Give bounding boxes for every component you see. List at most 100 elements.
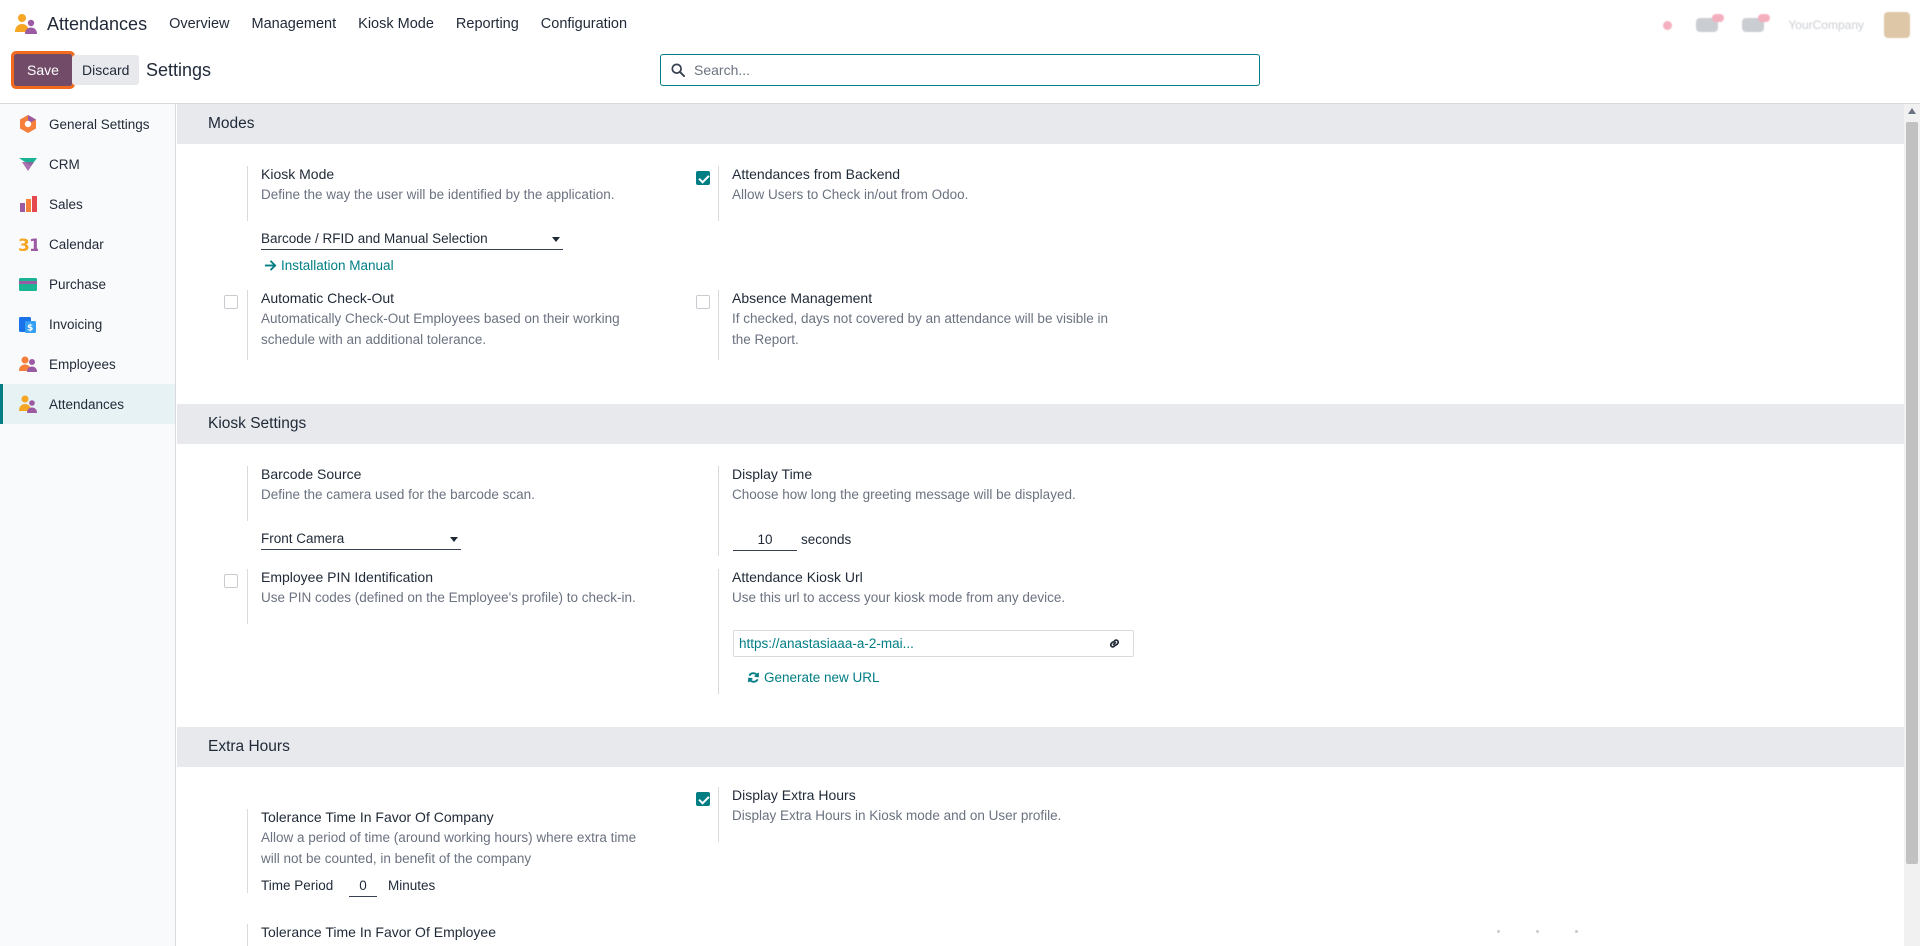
sidebar-item-purchase[interactable]: Purchase — [0, 264, 175, 304]
setting-title: Automatic Check-Out — [261, 290, 395, 306]
setting-tolerance-employee: Tolerance Time In Favor Of Employee — [247, 924, 687, 946]
setting-divider — [247, 166, 248, 221]
description-line: Allow a period of time (around working h… — [261, 830, 637, 845]
scroll-up-arrow-icon[interactable] — [1908, 108, 1916, 114]
setting-title: Attendance Kiosk Url — [732, 569, 863, 585]
link-icon[interactable] — [1108, 637, 1121, 650]
installation-manual-link[interactable]: Installation Manual — [264, 258, 394, 273]
sidebar-item-label: Attendances — [49, 396, 125, 412]
chevron-down-icon — [450, 537, 458, 542]
sidebar-item-label: Invoicing — [49, 316, 103, 332]
kiosk-mode-selected-value: Barcode / RFID and Manual Selection — [261, 231, 488, 246]
kiosk-url-field[interactable]: https://anastasiaaa-a-2-mai... — [733, 630, 1134, 657]
systray: YourCompany — [1663, 12, 1910, 38]
menu-kiosk-mode[interactable]: Kiosk Mode — [358, 16, 434, 32]
generate-url-button[interactable]: Generate new URL — [747, 670, 880, 685]
chevron-down-icon — [552, 237, 560, 242]
setting-description: Use this url to access your kiosk mode f… — [732, 590, 1066, 605]
setting-divider — [718, 290, 719, 360]
setting-attendances-backend: Attendances from Backend Allow Users to … — [718, 166, 1138, 221]
search-input[interactable] — [694, 62, 1234, 78]
arrow-right-icon — [264, 260, 277, 271]
time-period-input[interactable] — [349, 875, 377, 897]
setting-description: If checked, days not covered by an atten… — [732, 308, 1158, 350]
setting-divider — [718, 466, 719, 556]
installation-manual-label: Installation Manual — [281, 258, 394, 273]
barcode-source-select[interactable]: Front Camera — [261, 528, 461, 550]
absence-checkbox[interactable] — [696, 295, 710, 309]
scrollbar-thumb[interactable] — [1906, 122, 1918, 864]
setting-divider — [718, 166, 719, 221]
dot — [1536, 930, 1539, 933]
display-time-input[interactable] — [733, 529, 797, 551]
kiosk-url-value[interactable]: https://anastasiaaa-a-2-mai... — [739, 636, 914, 651]
setting-divider — [247, 809, 248, 893]
sidebar-item-calendar[interactable]: 3 1 Calendar — [0, 224, 175, 264]
pin-checkbox[interactable] — [224, 574, 238, 588]
description-line: will not be counted, in benefit of the c… — [261, 851, 532, 866]
user-avatar[interactable] — [1884, 12, 1910, 38]
activities-icon[interactable] — [1742, 14, 1771, 32]
app-brand[interactable]: Attendances — [14, 12, 147, 36]
generate-url-label: Generate new URL — [764, 670, 880, 685]
sidebar-item-invoicing[interactable]: $ Invoicing — [0, 304, 175, 344]
sidebar-item-label: Calendar — [49, 236, 104, 252]
setting-title: Display Time — [732, 466, 813, 482]
menu-overview[interactable]: Overview — [169, 16, 229, 32]
description-line: If checked, days not covered by an atten… — [732, 311, 1108, 326]
section-header-kiosk-settings: Kiosk Settings — [177, 404, 1904, 444]
setting-employee-pin: Employee PIN Identification Use PIN code… — [247, 569, 687, 624]
display-extra-hours-checkbox[interactable] — [696, 792, 710, 806]
settings-sidebar: General Settings CRM Sales 3 1 Calendar … — [0, 104, 176, 946]
setting-absence-management: Absence Management If checked, days not … — [718, 290, 1158, 360]
backend-checkbox[interactable] — [696, 171, 710, 185]
setting-description: Define the way the user will be identifi… — [261, 187, 615, 202]
sidebar-item-employees[interactable]: Employees — [0, 344, 175, 384]
status-dot-icon[interactable] — [1663, 20, 1673, 30]
dot — [1575, 930, 1578, 933]
auto-checkout-checkbox[interactable] — [224, 295, 238, 309]
discard-button[interactable]: Discard — [72, 55, 140, 85]
employees-icon — [19, 356, 37, 372]
sidebar-item-crm[interactable]: CRM — [0, 144, 175, 184]
faint-dots — [1497, 930, 1614, 933]
sidebar-item-attendances[interactable]: Attendances — [0, 384, 175, 424]
kiosk-mode-select[interactable]: Barcode / RFID and Manual Selection — [261, 228, 563, 250]
save-button[interactable]: Save — [11, 51, 75, 89]
menu-configuration[interactable]: Configuration — [541, 16, 627, 32]
setting-description: Define the camera used for the barcode s… — [261, 487, 535, 502]
time-period-label: Time Period — [261, 878, 334, 893]
vertical-scrollbar[interactable] — [1904, 104, 1920, 946]
setting-divider — [247, 569, 248, 624]
setting-divider — [247, 924, 248, 946]
menu-management[interactable]: Management — [252, 16, 337, 32]
control-panel: Save Discard Settings — [0, 48, 1920, 104]
search-box[interactable] — [660, 54, 1260, 86]
sidebar-item-sales[interactable]: Sales — [0, 184, 175, 224]
attendances-app-icon — [15, 14, 37, 34]
top-navbar: Attendances Overview Management Kiosk Mo… — [0, 0, 1920, 48]
setting-divider — [247, 466, 248, 521]
company-switcher[interactable]: YourCompany — [1788, 18, 1864, 32]
setting-description: Use PIN codes (defined on the Employee's… — [261, 590, 636, 605]
description-line: Automatically Check-Out Employees based … — [261, 311, 620, 326]
barcode-source-selected-value: Front Camera — [261, 531, 345, 546]
invoicing-icon: $ — [19, 317, 36, 334]
app-name: Attendances — [47, 13, 148, 34]
setting-divider — [718, 569, 719, 694]
display-time-unit: seconds — [801, 532, 852, 547]
messages-icon[interactable] — [1696, 14, 1725, 32]
setting-title: Employee PIN Identification — [261, 569, 433, 585]
sidebar-item-general-settings[interactable]: General Settings — [0, 104, 175, 144]
crm-icon — [19, 158, 37, 171]
menu-reporting[interactable]: Reporting — [456, 16, 519, 32]
calendar-icon: 3 1 — [18, 236, 38, 254]
dot — [1497, 930, 1500, 933]
setting-kiosk-url: Attendance Kiosk Url Use this url to acc… — [718, 569, 1158, 694]
section-header-modes: Modes — [177, 104, 1904, 144]
sidebar-item-label: General Settings — [49, 116, 150, 132]
sidebar-item-label: Sales — [49, 196, 83, 212]
setting-display-time: Display Time Choose how long the greetin… — [718, 466, 1138, 556]
setting-title: Absence Management — [732, 290, 873, 306]
setting-description: Display Extra Hours in Kiosk mode and on… — [732, 808, 1062, 823]
